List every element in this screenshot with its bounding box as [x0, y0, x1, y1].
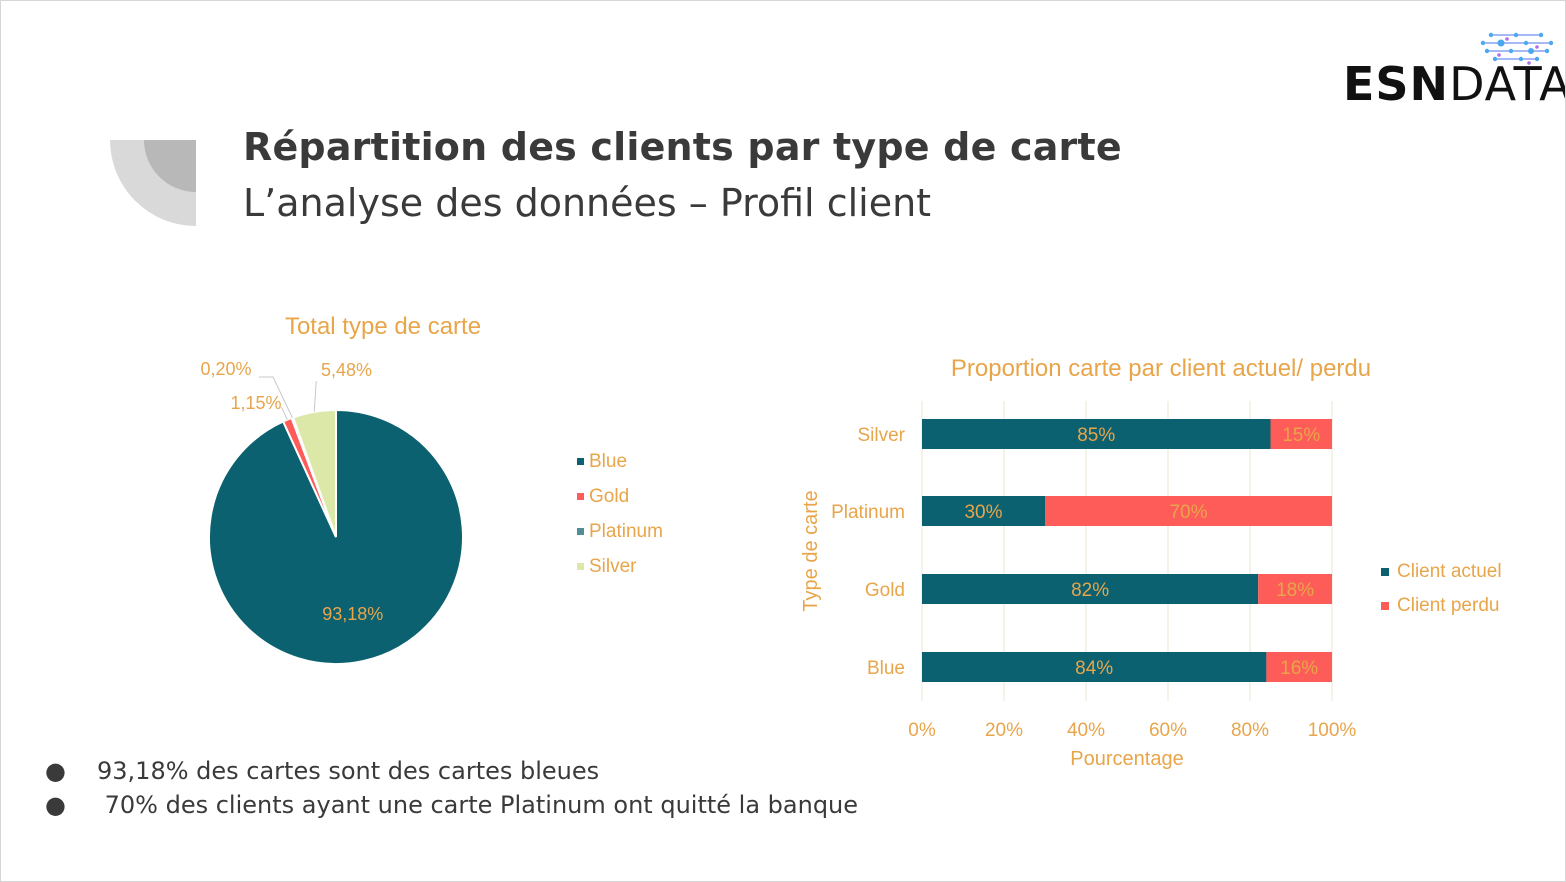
y-tick-label: Platinum [831, 502, 905, 523]
bar-data-label: 84% [1075, 658, 1113, 679]
bar-data-label: 85% [1077, 425, 1115, 446]
pie-leader-line [280, 406, 288, 420]
y-tick-label: Gold [865, 580, 905, 601]
bullet-text: 70% des clients ayant une carte Platinum… [97, 791, 859, 819]
legend-swatch-blue [577, 458, 584, 465]
pie-title: Total type de carte [285, 313, 481, 340]
y-tick-label: Silver [857, 425, 905, 446]
bar-data-label: 18% [1276, 580, 1314, 601]
pie-chart: Total type de carte 93,18% 5,48% 1,15% 0,20%… [200, 313, 663, 665]
pie-data-label: 0,20% [200, 359, 251, 379]
legend-label-gold: Gold [589, 486, 629, 507]
bar-data-label: 82% [1071, 580, 1109, 601]
legend-label-client-perdu: Client perdu [1397, 595, 1499, 616]
legend-label-platinum: Platinum [589, 521, 663, 542]
page-title: Répartition des clients par type de cart… [243, 125, 1122, 169]
bar-data-label: 70% [1169, 502, 1207, 523]
slide: Répartition des clients par type de cart… [0, 0, 1566, 882]
x-tick-label: 100% [1308, 720, 1357, 741]
x-tick-label: 0% [908, 720, 936, 741]
bar-chart: Proportion carte par client actuel/ perd… [800, 355, 1502, 770]
esndata-logo: ESNDATA [1341, 27, 1565, 111]
bar-title: Proportion carte par client actuel/ perd… [951, 355, 1371, 382]
legend-label-blue: Blue [589, 451, 627, 472]
bullet-dot: ● [45, 757, 66, 785]
legend-swatch-gold [577, 493, 584, 500]
x-tick-label: 60% [1149, 720, 1187, 741]
legend-label-client-actuel: Client actuel [1397, 561, 1502, 582]
y-tick-label: Blue [867, 658, 905, 679]
bar-data-label: 15% [1282, 425, 1320, 446]
x-tick-label: 40% [1067, 720, 1105, 741]
decorative-quarter-circle [110, 140, 196, 226]
pie-data-label: 1,15% [230, 393, 281, 413]
pie-data-label: 5,48% [321, 360, 372, 380]
bar-data-label: 16% [1280, 658, 1318, 679]
bullet-dot: ● [45, 791, 66, 819]
legend-swatch-client-actuel [1381, 568, 1389, 576]
y-axis-label: Type de carte [800, 490, 822, 611]
x-axis-label: Pourcentage [1070, 748, 1183, 770]
bar-data-label: 30% [964, 502, 1002, 523]
legend-swatch-platinum [577, 528, 584, 535]
logo-text-bold: ESN [1343, 57, 1450, 111]
legend-swatch-silver [577, 563, 584, 570]
logo-text-regular: DATA [1449, 57, 1566, 111]
pie-data-label: 93,18% [322, 604, 383, 624]
pie-leader-line [313, 380, 317, 412]
x-tick-label: 80% [1231, 720, 1269, 741]
x-tick-label: 20% [985, 720, 1023, 741]
bullet-text: 93,18% des cartes sont des cartes bleues [97, 757, 600, 785]
legend-label-silver: Silver [589, 556, 637, 577]
legend-swatch-client-perdu [1381, 602, 1389, 610]
page-subtitle: L’analyse des données – Profil client [243, 181, 932, 225]
